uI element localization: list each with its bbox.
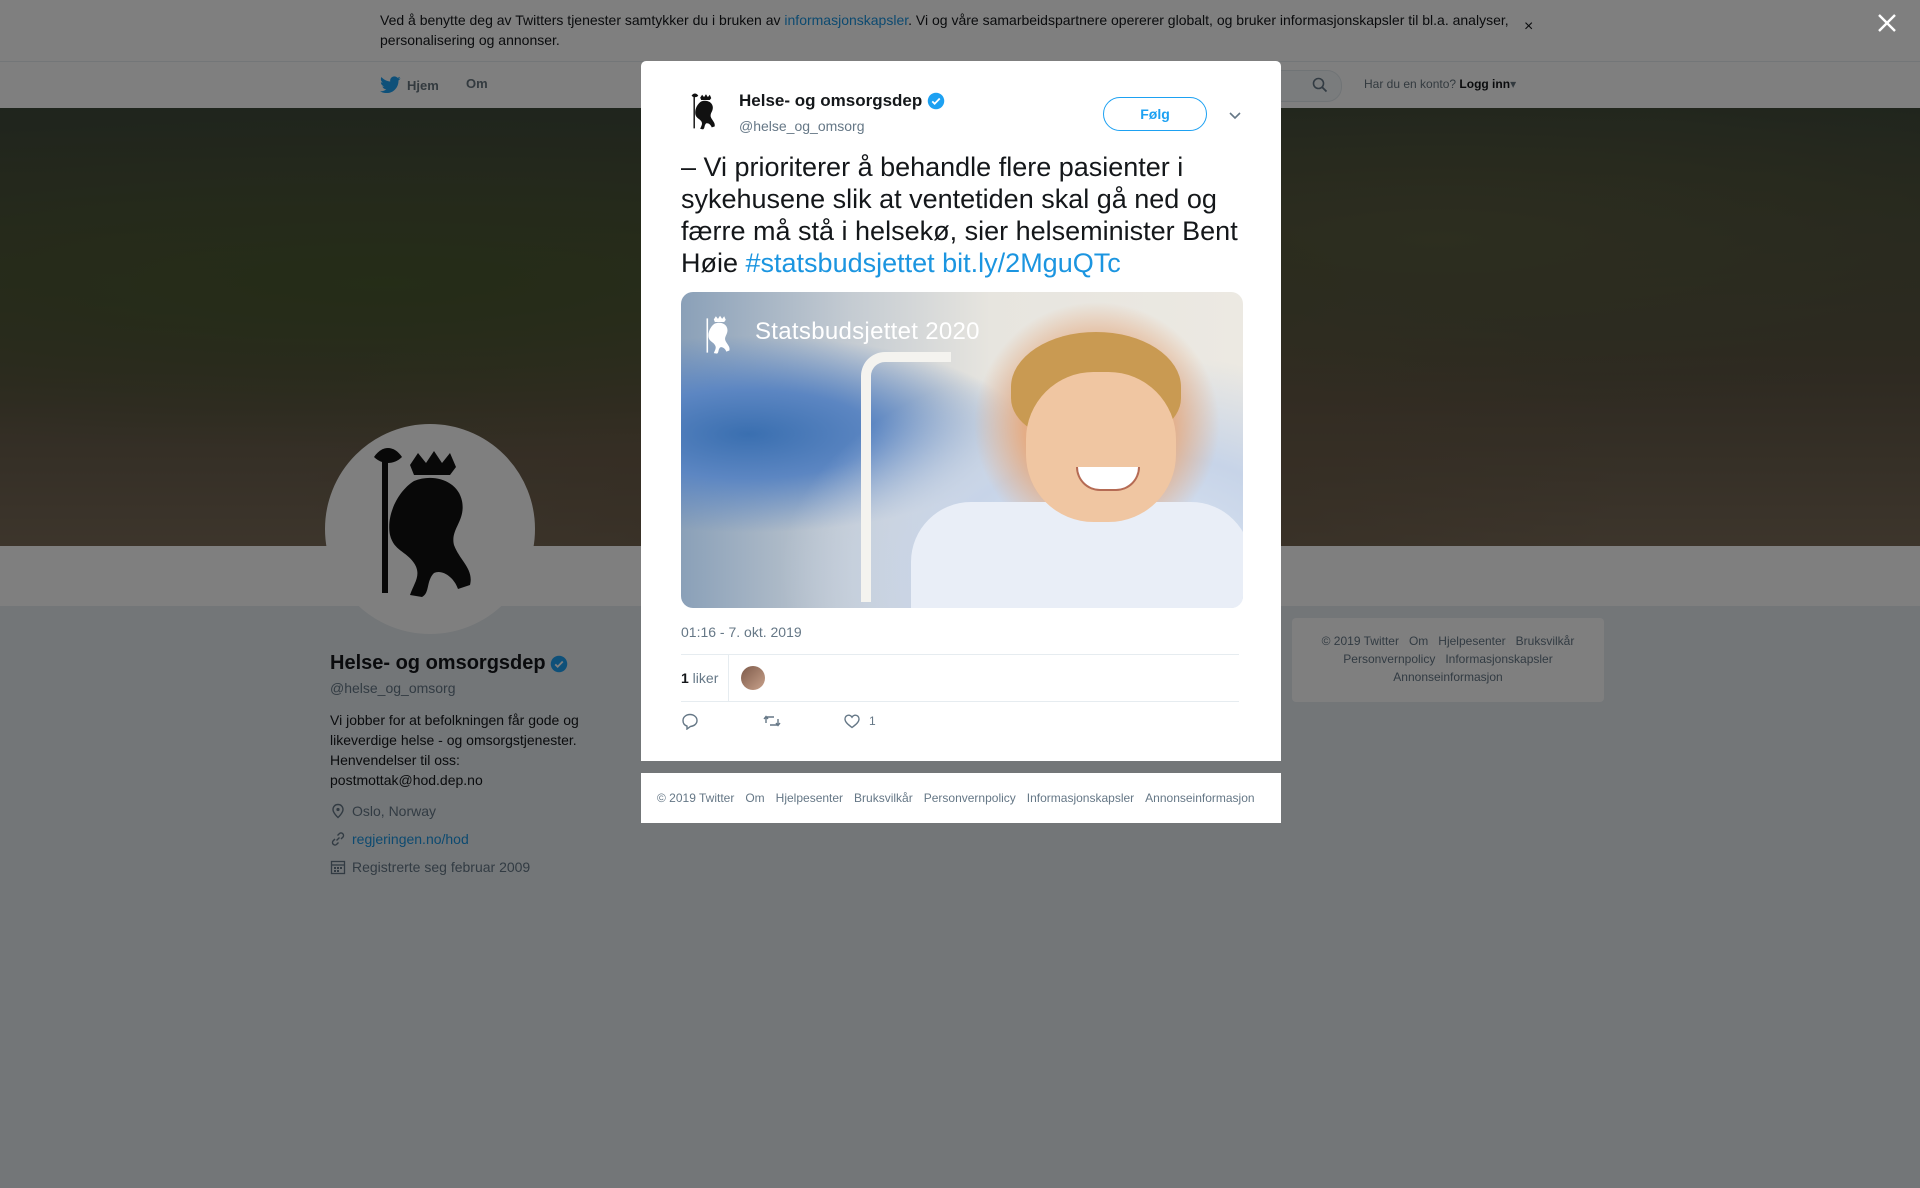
hashtag-link[interactable]: #statsbudsjettet [746, 248, 935, 278]
reply-button[interactable] [681, 712, 699, 730]
retweet-button[interactable] [763, 712, 781, 730]
reply-icon [682, 713, 698, 730]
tweet-author-name[interactable]: Helse- og omsorgsdep [739, 91, 945, 111]
footer-link[interactable]: Bruksvilkår [854, 791, 913, 805]
tweet-author-name-text: Helse- og omsorgsdep [739, 91, 923, 110]
tweet-actions: 1 [681, 712, 981, 732]
liker-avatar[interactable] [741, 666, 765, 690]
footer-link[interactable]: Personvernpolicy [924, 791, 1016, 805]
tweet-timestamp: 01:16 - 7. okt. 2019 [681, 624, 802, 640]
tweet-author-avatar[interactable] [681, 89, 729, 137]
boy-face [1026, 372, 1176, 522]
norwegian-lion-crest-icon [691, 93, 715, 130]
follow-button[interactable]: Følg [1103, 97, 1207, 131]
tweet-stats: 1 liker [681, 654, 1239, 702]
footer-link[interactable]: Annonseinformasjon [1145, 791, 1254, 805]
chevron-down-icon[interactable] [1227, 107, 1243, 123]
likes-stat[interactable]: 1 liker [681, 670, 718, 686]
heart-icon [844, 714, 860, 729]
norwegian-lion-crest-icon [706, 315, 730, 354]
footer-link[interactable]: Hjelpesenter [776, 791, 843, 805]
like-button[interactable]: 1 [843, 712, 876, 730]
footer-link[interactable]: Om [745, 791, 764, 805]
close-icon[interactable] [1874, 10, 1900, 36]
footer-link[interactable]: Informasjonskapsler [1027, 791, 1134, 805]
footer-link[interactable]: © 2019 Twitter [657, 791, 734, 805]
url-link[interactable]: bit.ly/2MguQTc [942, 248, 1121, 278]
retweet-icon [763, 715, 781, 727]
stats-divider [728, 655, 729, 701]
like-count: 1 [869, 714, 876, 728]
modal-footer: © 2019 Twitter Om Hjelpesenter Bruksvilkår P… [641, 773, 1281, 823]
tweet-text: – Vi prioriterer å behandle flere pasien… [681, 151, 1246, 279]
tweet-permalink-modal: Helse- og omsorgsdep @helse_og_omsorg Fø… [641, 61, 1281, 761]
verified-badge-icon [928, 92, 945, 110]
media-caption: Statsbudsjettet 2020 [755, 318, 980, 345]
likes-label: liker [688, 670, 719, 686]
likes-count: 1 [681, 670, 689, 686]
tweet-author-handle[interactable]: @helse_og_omsorg [739, 118, 865, 134]
tweet-media-image[interactable]: Statsbudsjettet 2020 [681, 292, 1243, 608]
